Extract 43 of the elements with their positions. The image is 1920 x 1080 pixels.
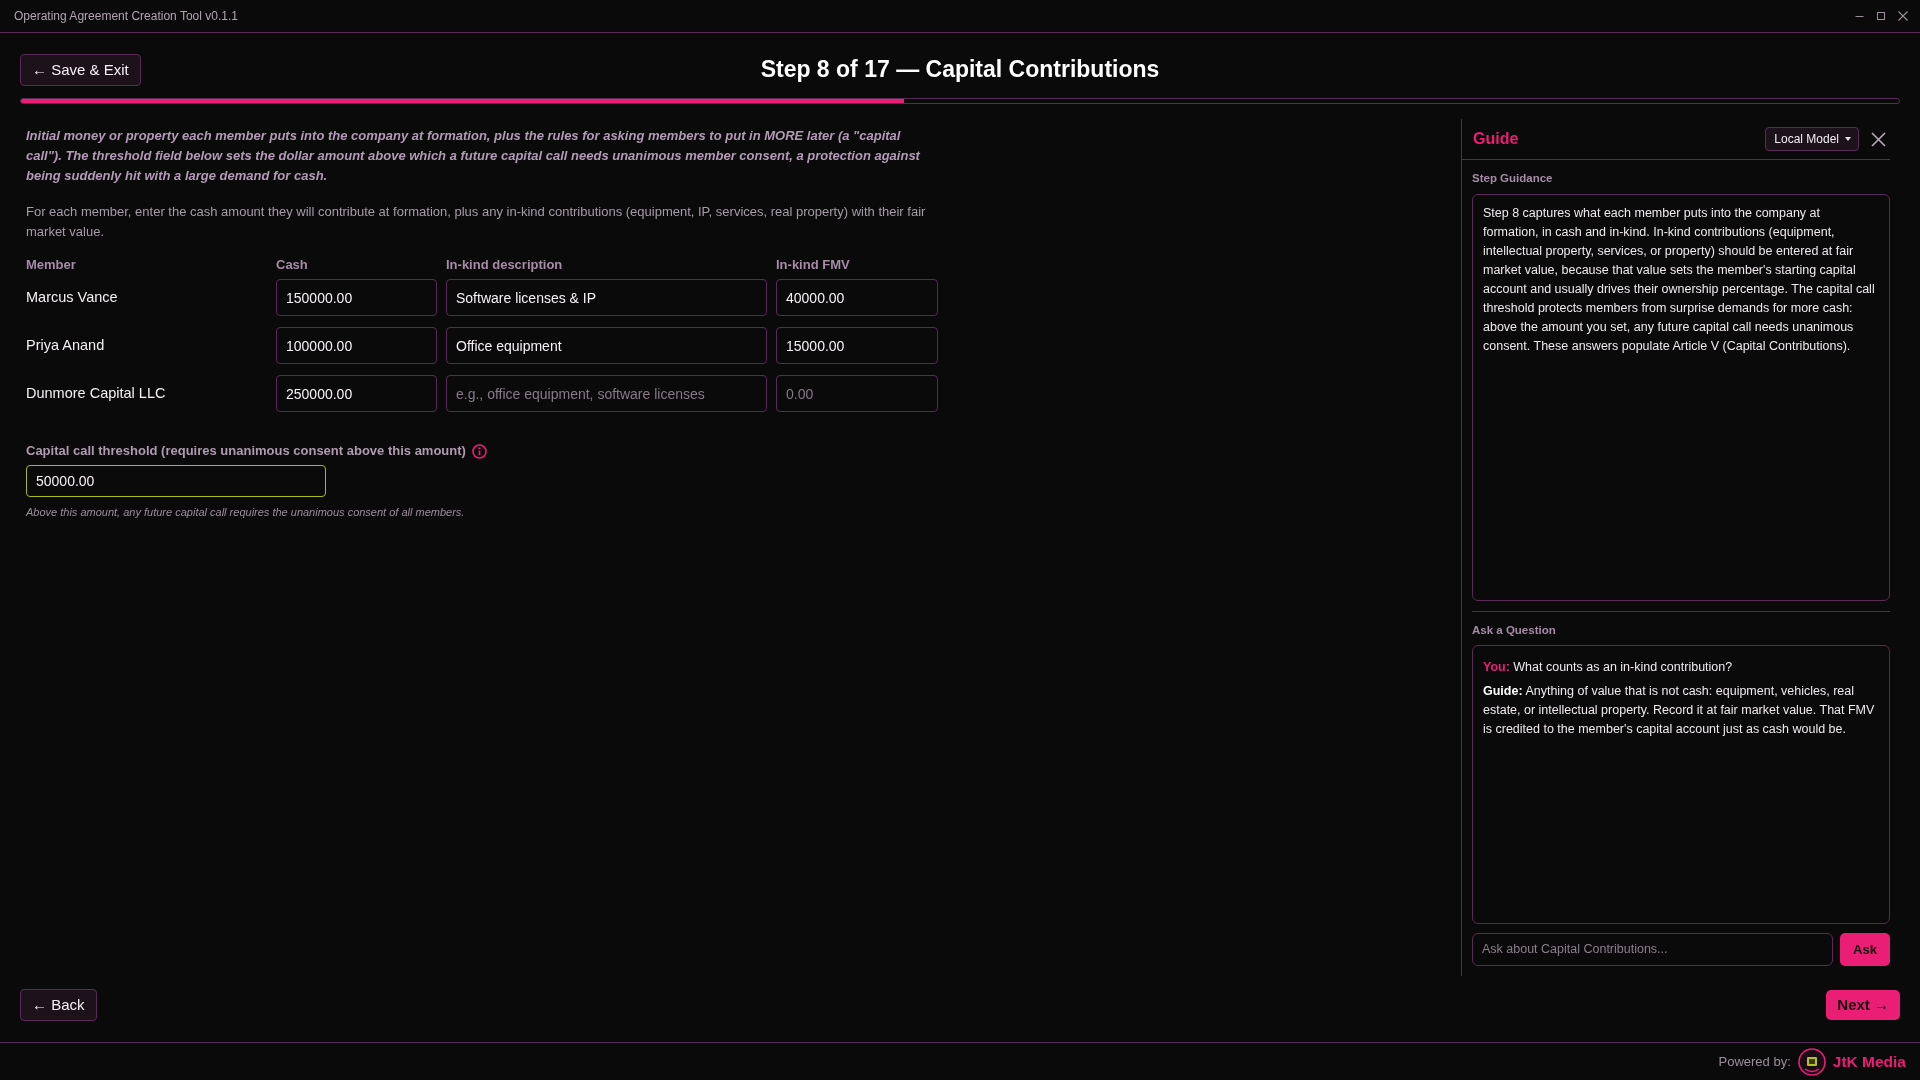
powered-by-text: Powered by: (1718, 1052, 1791, 1071)
guidance-text: Step 8 captures what each member puts into the company at formation, in cash and in-kind. In-kind contributions (equipment, intellectual property, services, or property) should be entered at fair market value, because that value sets the member's starting capital account and usually drives their ownership percentage. The capital call threshold protects members from surprise demands for more cash: above the amount you set, any future capital call needs unanimous consent. These answers populate Article V (Capital Contributions). (1483, 205, 1876, 355)
panel-title: Guide (1473, 129, 1519, 149)
description-field[interactable]: Software licenses & IP (446, 279, 767, 316)
step-title: Step 8 of 17 — Capital Contributions (760, 56, 1160, 84)
hint-text: Above this amount, any future capital call requires the unanimous consent of all members. (26, 505, 466, 520)
caret-icon (1845, 137, 1851, 141)
member-name: Dunmore Capital LLC (26, 383, 167, 403)
fmv-field[interactable]: 15000.00 (776, 327, 938, 364)
instructions-text: For each member, enter the cash amount they will contribute at formation, plus any in-kind contributions (equipment, IP, services, real property) with their fair market value. (26, 203, 926, 241)
section-label: Step Guidance (1472, 171, 1554, 186)
description-field[interactable]: e.g., office equipment, software licenses (446, 375, 767, 412)
member-name: Priya Anand (26, 335, 106, 355)
column-header: Member (26, 257, 77, 273)
fmv-field[interactable]: 40000.00 (776, 279, 938, 316)
cash-field[interactable]: 250000.00 (276, 375, 437, 412)
chat-message: You: What counts as an in-kind contribution? (1483, 659, 1734, 676)
column-header: Cash (276, 257, 309, 273)
window-title: Operating Agreement Creation Tool v0.1.1 (14, 8, 238, 25)
close-icon[interactable] (1898, 11, 1908, 21)
intro-text: Initial money or property each member puts into the company at formation, plus the rules for asking members to put in MORE later (a "capital call"). The threshold field below sets the dollar amount above which a future capital call needs unanimous member consent, a protection against being suddenly hit with a large demand for cash. (26, 127, 922, 185)
model-dropdown[interactable]: Local Model (1765, 127, 1859, 151)
threshold-field[interactable]: 50000.00 (26, 465, 326, 497)
chat-message: Guide: Anything of value that is not cash: equipment, vehicles, real estate, or intellectual property. Record it at fair market value. That FMV is credited to the member's capital account just as cash would be. (1483, 683, 1876, 738)
field-label: Capital call threshold (requires unanimous consent above this amount) (26, 443, 466, 459)
section-label: Ask a Question (1472, 623, 1557, 638)
member-name: Marcus Vance (26, 287, 119, 307)
save-exit-button[interactable]: ← Save & Exit (20, 54, 141, 86)
brand-name: JtK Media (1832, 1051, 1906, 1072)
cash-field[interactable]: 100000.00 (276, 327, 437, 364)
question-field[interactable]: Ask about Capital Contributions... (1472, 933, 1833, 966)
back-button[interactable]: ← Back (20, 989, 97, 1021)
description-field[interactable]: Office equipment (446, 327, 767, 364)
info-icon[interactable] (471, 443, 487, 459)
close-icon[interactable] (1871, 131, 1886, 147)
next-button[interactable]: Next → (1826, 990, 1900, 1020)
logo-icon (1797, 1047, 1826, 1076)
maximize-icon[interactable] (1877, 12, 1885, 20)
column-header: In-kind FMV (776, 257, 851, 273)
ask-button[interactable]: Ask (1840, 933, 1890, 966)
column-header: In-kind description (446, 257, 564, 273)
fmv-field[interactable]: 0.00 (776, 375, 938, 412)
cash-field[interactable]: 150000.00 (276, 279, 437, 316)
